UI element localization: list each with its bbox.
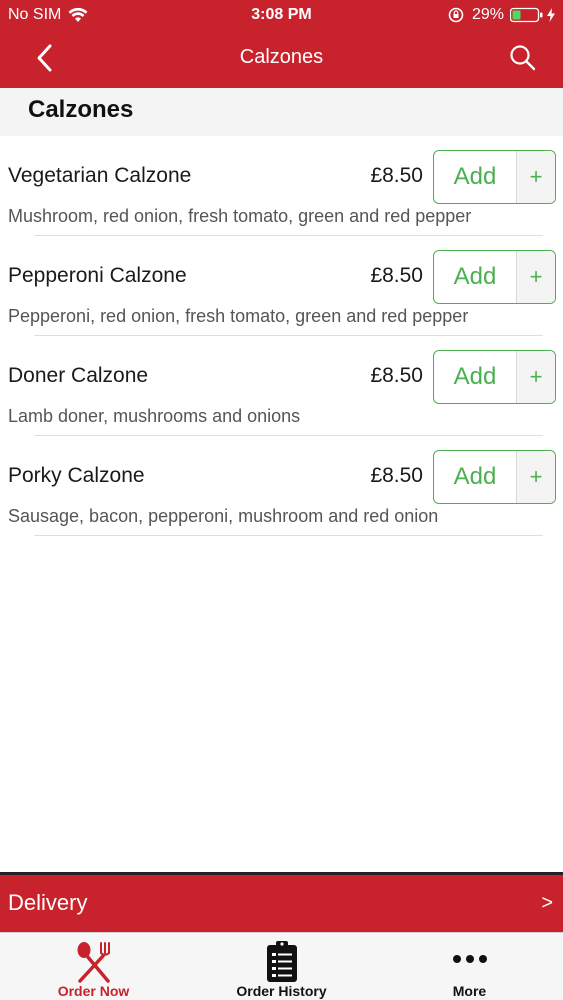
- orientation-lock-icon: [448, 7, 464, 23]
- plus-icon: +: [516, 351, 555, 403]
- chevron-right-icon: >: [541, 892, 553, 914]
- tab-label-more: More: [452, 983, 487, 999]
- add-button[interactable]: Add +: [433, 150, 556, 204]
- item-price: £8.50: [370, 264, 423, 287]
- search-icon: [510, 45, 536, 71]
- clipboard-list-icon: [265, 939, 299, 988]
- add-button[interactable]: Add +: [433, 350, 556, 404]
- plus-icon: +: [516, 251, 555, 303]
- tab-label-order-history: Order History: [236, 983, 327, 999]
- add-button[interactable]: Add +: [433, 450, 556, 504]
- tab-label-order-now: Order Now: [57, 983, 130, 999]
- item-name: Vegetarian Calzone: [8, 164, 192, 187]
- item-description: Mushroom, red onion, fresh tomato, green…: [8, 206, 472, 226]
- item-price: £8.50: [370, 164, 423, 187]
- battery-icon: [510, 7, 544, 23]
- status-bar: No SIM 3:08 PM 29%: [0, 0, 563, 30]
- item-description: Sausage, bacon, pepperoni, mushroom and …: [8, 506, 439, 526]
- item-price: £8.50: [370, 364, 423, 387]
- item-description: Lamb doner, mushrooms and onions: [8, 406, 301, 426]
- tab-order-history[interactable]: Order History: [188, 933, 375, 1000]
- battery-percent: 29%: [471, 6, 504, 23]
- delivery-bar[interactable]: Delivery >: [0, 872, 563, 932]
- search-button[interactable]: [507, 42, 539, 74]
- menu-item-pepperoni-calzone: Pepperoni Calzone £8.50 Add + Pepperoni,…: [0, 236, 563, 336]
- tab-order-now[interactable]: Order Now: [0, 933, 187, 1000]
- plus-icon: +: [516, 151, 555, 203]
- navigation-bar: Calzones: [0, 30, 563, 88]
- menu-item-porky-calzone: Porky Calzone £8.50 Add + Sausage, bacon…: [0, 436, 563, 536]
- item-name: Doner Calzone: [8, 364, 149, 387]
- menu-item-vegetarian-calzone: Vegetarian Calzone £8.50 Add + Mushroom,…: [0, 136, 563, 236]
- charging-icon: [547, 8, 555, 22]
- divider: [34, 535, 543, 536]
- add-button[interactable]: Add +: [433, 250, 556, 304]
- item-price: £8.50: [370, 464, 423, 487]
- more-dots-icon: [452, 951, 488, 969]
- section-title: Calzones: [28, 96, 134, 123]
- add-button-label: Add: [453, 463, 497, 490]
- add-button-label: Add: [453, 263, 497, 290]
- add-button-label: Add: [453, 163, 497, 190]
- tab-more[interactable]: More: [376, 933, 563, 1000]
- item-name: Porky Calzone: [8, 464, 145, 487]
- delivery-label: Delivery: [8, 890, 88, 915]
- menu-list: Vegetarian Calzone £8.50 Add + Mushroom,…: [0, 136, 563, 536]
- nav-title: Calzones: [239, 46, 324, 68]
- item-name: Pepperoni Calzone: [8, 264, 187, 287]
- item-description: Pepperoni, red onion, fresh tomato, gree…: [8, 306, 469, 326]
- add-button-label: Add: [453, 363, 497, 390]
- section-header: Calzones: [0, 88, 563, 136]
- plus-icon: +: [516, 451, 555, 503]
- tab-bar: Order Now Order History More: [0, 932, 563, 1000]
- menu-item-doner-calzone: Doner Calzone £8.50 Add + Lamb doner, mu…: [0, 336, 563, 436]
